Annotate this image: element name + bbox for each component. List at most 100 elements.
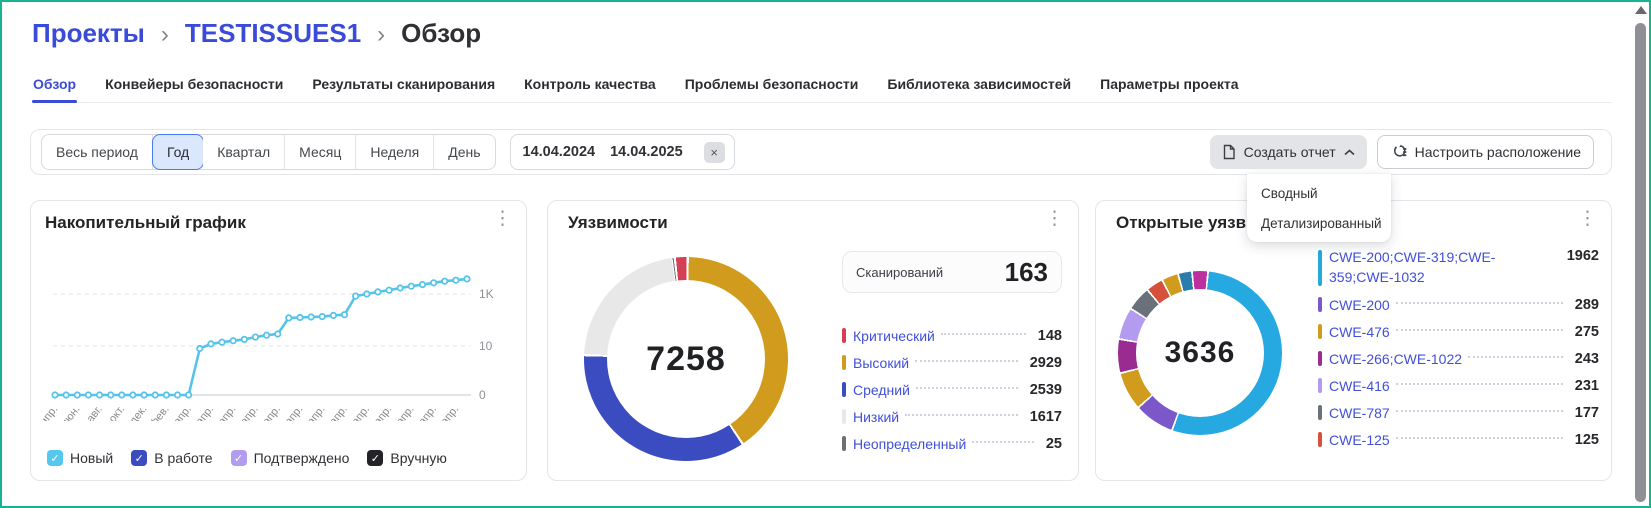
data-point [51,391,59,399]
card-title: Накопительный график [45,213,246,232]
create-report-label: Создать отчет [1243,144,1336,160]
data-point [185,391,193,399]
legend-row[interactable]: CWE-266;CWE-1022 243 [1318,345,1599,372]
report-menu-item[interactable]: Детализированный [1247,208,1391,238]
tab-item[interactable]: Конвейеры безопасности [104,74,284,102]
create-report-button[interactable]: Создать отчет [1209,135,1367,169]
open-vulnerabilities-card: Открытые уязвимости ⋮ 3636 CWE-200;CWE-3… [1095,200,1612,481]
x-tick-label: апр. [416,403,439,421]
line-chart-legend: ✓ Новый ✓ В работе ✓ Подтверждено ✓ Вручную [47,450,447,466]
data-point [274,330,282,338]
legend-color-bar [1318,351,1322,366]
legend-item-label: Новый [70,450,114,466]
dotted-leader [1395,436,1563,439]
data-point [329,311,337,320]
legend-row-label: Низкий [853,408,900,425]
cumulative-chart-card: Накопительный график ⋮ 1K 10 0 апр. июн. авг.… [30,200,527,481]
period-button[interactable]: День [434,135,495,169]
legend-row-label: CWE-476 [1329,323,1390,340]
legend-row[interactable]: CWE-476 275 [1318,318,1599,345]
checkbox-checked-icon[interactable]: ✓ [47,450,63,466]
tab-item[interactable]: Библиотека зависимостей [886,74,1072,102]
cwe-donut-chart[interactable]: 3636 [1118,271,1282,435]
legend-row-value: 289 [1574,296,1599,313]
date-to[interactable]: 14.04.2025 [610,144,683,160]
legend-row-label: CWE-200;CWE-319;CWE-359;CWE-1032 [1329,249,1496,286]
document-icon [1222,144,1236,160]
legend-row-value: 275 [1574,323,1599,340]
legend-color-bar [1318,324,1322,339]
kebab-menu-icon[interactable]: ⋮ [1578,209,1597,228]
legend-row[interactable]: Низкий 1617 [842,403,1062,430]
period-button[interactable]: Месяц [285,135,357,169]
dotted-leader [940,332,1026,335]
tab-item[interactable]: Параметры проекта [1099,74,1239,102]
data-point [340,311,349,319]
x-tick-label: апр. [439,403,462,421]
dashboard-screen: Проекты › TESTISSUES1 › Обзор Обзор Конве… [0,0,1651,508]
period-button[interactable]: Неделя [356,135,435,169]
checkbox-checked-icon[interactable]: ✓ [367,450,384,466]
legend-row[interactable]: CWE-787 177 [1318,399,1599,426]
period-button[interactable]: Весь период [42,135,153,169]
date-from[interactable]: 14.04.2024 [523,144,596,160]
donut-hole: 7258 [607,280,765,438]
data-point [429,279,438,287]
configure-layout-button[interactable]: Настроить расположение [1376,135,1594,169]
legend-color-bar [842,409,846,424]
legend-row[interactable]: Неопределенный 25 [842,430,1062,457]
data-point [396,284,404,292]
legend-row[interactable]: Критический 148 [842,322,1062,349]
x-tick-label: апр. [43,403,60,421]
tab-item[interactable]: Результаты сканирования [311,74,496,102]
checkbox-checked-icon[interactable]: ✓ [230,450,247,466]
legend-item[interactable]: ✓ Вручную [367,450,447,466]
breadcrumb: Проекты › TESTISSUES1 › Обзор [32,18,481,49]
legend-row[interactable]: CWE-200 289 [1318,291,1599,318]
scrollbar-thumb[interactable] [1635,23,1646,502]
x-tick-label: апр. [305,403,328,421]
data-point [385,286,393,294]
data-point [463,275,471,283]
clear-date-button[interactable]: × [703,141,725,163]
total-vulnerabilities-value: 7258 [646,339,726,378]
breadcrumb-project-name-link[interactable]: TESTISSUES1 [185,18,361,49]
legend-color-bar [1318,378,1322,393]
legend-row[interactable]: CWE-125 125 [1318,426,1599,453]
legend-row-label: Средний [853,381,910,398]
legend-row[interactable]: CWE-200;CWE-319;CWE-359;CWE-1032 1962 [1318,247,1599,291]
data-point [452,276,460,284]
period-button[interactable]: Год [151,134,205,170]
legend-row-label: CWE-125 [1329,431,1390,448]
data-point [73,391,81,399]
x-tick-label: авг. [85,403,105,421]
kebab-menu-icon[interactable]: ⋮ [1045,209,1064,228]
legend-color-bar [1318,432,1322,447]
tab-item[interactable]: Контроль качества [523,74,657,102]
scroll-up-arrow-icon[interactable] [1635,6,1647,14]
x-tick-label: апр. [394,403,417,421]
checkbox-checked-icon[interactable]: ✓ [131,450,148,466]
legend-item[interactable]: ✓ Новый [47,450,113,466]
close-icon: × [710,144,718,160]
tab-active[interactable]: Обзор [32,74,78,103]
legend-item[interactable]: ✓ В работе [131,450,213,466]
x-tick-label: фев. [147,403,171,421]
legend-row[interactable]: Средний 2539 [842,376,1062,403]
severity-donut-chart[interactable]: 7258 [584,257,788,461]
legend-item[interactable]: ✓ Подтверждено [230,450,349,466]
x-tick-label: апр. [327,403,350,421]
legend-row[interactable]: Высокий 2929 [842,349,1062,376]
page-title: Обзор [401,18,482,48]
legend-row[interactable]: CWE-416 231 [1318,372,1599,399]
vulnerabilities-card: Уязвимости ⋮ 7258 Сканирований 163 Крити… [547,200,1079,481]
kebab-menu-icon[interactable]: ⋮ [493,209,512,228]
x-tick-label: окт. [107,403,127,421]
tab-item[interactable]: Проблемы безопасности [684,74,860,102]
legend-color-bar [842,328,846,343]
period-button[interactable]: Квартал [203,135,286,169]
breadcrumb-projects-link[interactable]: Проекты [32,18,145,49]
date-range-picker[interactable]: 14.04.2024 14.04.2025 × [509,134,735,170]
data-point [374,288,382,296]
report-menu-item[interactable]: Сводный [1247,178,1391,208]
